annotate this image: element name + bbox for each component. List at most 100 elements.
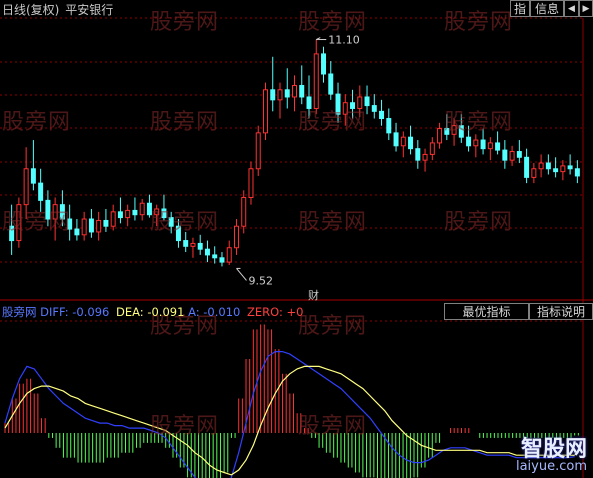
candle[interactable] xyxy=(248,161,254,205)
candle[interactable] xyxy=(531,163,537,184)
candle[interactable] xyxy=(415,140,421,169)
watermark: 股旁网 xyxy=(298,414,368,439)
candle[interactable] xyxy=(321,46,327,83)
candle-body-down xyxy=(88,218,94,233)
candle[interactable] xyxy=(487,137,493,161)
candle-body-up xyxy=(125,209,131,219)
candle[interactable] xyxy=(226,240,232,265)
arrow-left-icon: ◀ xyxy=(568,4,575,14)
candle[interactable] xyxy=(204,240,210,263)
candle-body-down xyxy=(516,151,522,158)
candle[interactable] xyxy=(197,234,203,255)
candle[interactable] xyxy=(473,134,479,158)
candle-body-up xyxy=(110,211,116,227)
candle[interactable] xyxy=(299,65,305,105)
candle[interactable] xyxy=(277,82,283,119)
candle[interactable] xyxy=(328,61,334,100)
info-button[interactable]: 信息 xyxy=(530,0,564,17)
candle[interactable] xyxy=(96,211,102,241)
candle[interactable] xyxy=(219,252,225,267)
candle[interactable] xyxy=(139,198,145,221)
candle-body-up xyxy=(400,136,406,147)
candle-body-up xyxy=(429,142,435,155)
candle-body-down xyxy=(197,242,203,250)
scroll-right-button[interactable]: ▶ xyxy=(579,0,593,17)
stock-chart[interactable]: 11.109.52 xyxy=(0,0,593,478)
candle[interactable] xyxy=(81,211,87,241)
candle[interactable] xyxy=(190,237,196,258)
candle[interactable] xyxy=(386,108,392,141)
candle[interactable] xyxy=(241,190,247,234)
candle[interactable] xyxy=(560,160,566,181)
candle-body-up xyxy=(96,219,102,233)
candle-body-down xyxy=(545,162,551,170)
brand-url: laiyue.com xyxy=(515,459,587,474)
candle-body-up xyxy=(473,139,479,147)
candle[interactable] xyxy=(516,140,522,164)
candle[interactable] xyxy=(429,137,435,161)
indicator-values: 股旁网 DIFF: -0.096 DEA: -0.091 A: -0.010 Z… xyxy=(2,305,303,319)
index-button[interactable]: 指 xyxy=(510,0,530,17)
candle[interactable] xyxy=(400,131,406,158)
brand-logo: 智股网 laiyue.com xyxy=(516,431,587,474)
stock-name: 平安银行 xyxy=(65,3,114,17)
candle[interactable] xyxy=(393,122,399,152)
finance-marker[interactable]: 财 xyxy=(308,287,319,303)
candle[interactable] xyxy=(538,154,544,178)
watermark: 股旁网 xyxy=(298,210,368,235)
candle[interactable] xyxy=(574,160,580,184)
candle[interactable] xyxy=(110,204,116,231)
candle-body-up xyxy=(560,165,566,173)
candle[interactable] xyxy=(502,140,508,169)
candle[interactable] xyxy=(553,157,559,178)
candle-body-up xyxy=(313,53,319,109)
watermark: 股旁网 xyxy=(2,110,72,135)
candle-body-up xyxy=(139,202,145,216)
candle[interactable] xyxy=(292,75,297,112)
watermark: 股旁网 xyxy=(2,210,72,235)
candle[interactable] xyxy=(233,219,239,255)
candle[interactable] xyxy=(125,204,131,227)
a-value: -0.010 xyxy=(203,305,241,319)
candle[interactable] xyxy=(524,148,530,184)
candle[interactable] xyxy=(262,82,268,141)
candle[interactable] xyxy=(74,219,80,241)
candle-body-down xyxy=(321,53,327,75)
macd-panel[interactable] xyxy=(4,324,579,478)
candle-body-up xyxy=(81,218,87,236)
candle[interactable] xyxy=(509,145,515,166)
candle[interactable] xyxy=(437,122,443,149)
candle-body-down xyxy=(371,105,377,112)
best-indicator-button[interactable]: 最优指标 xyxy=(444,303,529,320)
candle[interactable] xyxy=(371,94,377,119)
candlestick-series[interactable]: 11.109.52 xyxy=(9,34,580,288)
candle[interactable] xyxy=(255,125,261,176)
candle-body-down xyxy=(284,89,290,98)
candle[interactable] xyxy=(270,56,276,112)
candle-body-down xyxy=(270,89,276,101)
candle[interactable] xyxy=(284,68,290,109)
candle[interactable] xyxy=(422,148,428,172)
candle-body-up xyxy=(233,225,239,249)
candle[interactable] xyxy=(103,208,109,232)
candle-body-down xyxy=(38,182,44,201)
candle[interactable] xyxy=(117,197,123,224)
candle[interactable] xyxy=(313,39,319,115)
candle[interactable] xyxy=(379,99,385,126)
candle[interactable] xyxy=(545,154,551,175)
candle[interactable] xyxy=(212,246,218,264)
indicator-help-button[interactable]: 指标说明 xyxy=(529,303,593,320)
candle-body-down xyxy=(386,118,392,134)
candle[interactable] xyxy=(30,140,36,191)
candle-body-up xyxy=(509,151,515,161)
scroll-left-button[interactable]: ◀ xyxy=(564,0,579,17)
candle[interactable] xyxy=(132,197,138,221)
candle-body-up xyxy=(277,89,283,101)
zero-label: ZERO: xyxy=(247,305,283,319)
candle-body-down xyxy=(408,136,414,150)
candle[interactable] xyxy=(408,125,414,155)
candle[interactable] xyxy=(88,208,94,238)
candle-body-up xyxy=(190,242,196,247)
candle[interactable] xyxy=(567,154,573,175)
candle-body-down xyxy=(204,248,210,256)
